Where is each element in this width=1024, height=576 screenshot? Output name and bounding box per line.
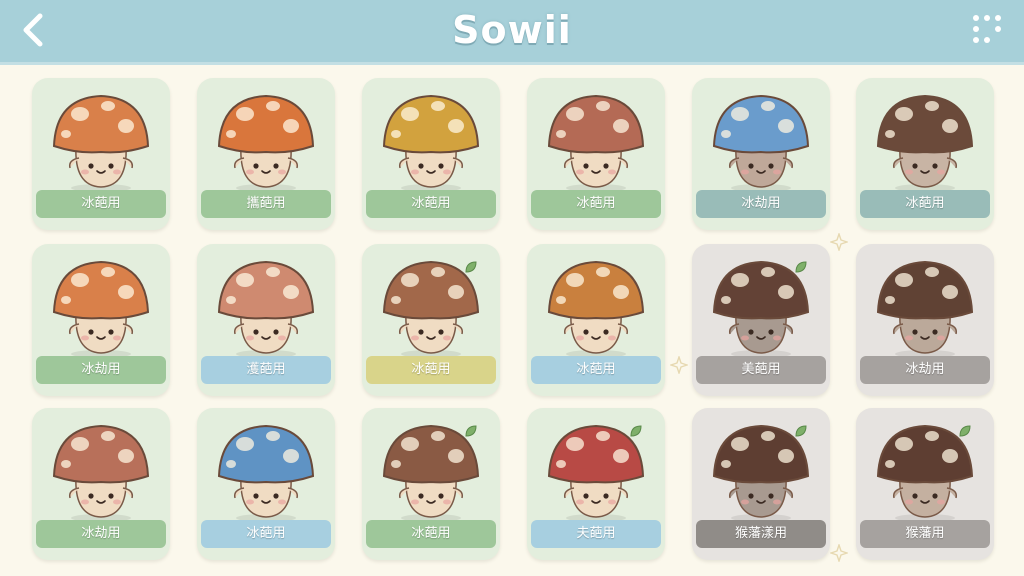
mushroom-collection-grid: 冰葩用 攜葩用 冰葩用 冰葩用 冰劫用 冰葩用 冰劫用 濩葩用 冰葩用 冰葩用 美葩用 冰劫用 冰劫用冰… (0, 0, 1024, 576)
mushroom-card[interactable]: 冰葩用 (197, 408, 335, 560)
leaf-icon (465, 425, 477, 437)
mushroom-card[interactable]: 冰劫用 (692, 78, 830, 230)
sparkle-icon (830, 233, 848, 251)
mushroom-icon (52, 424, 150, 522)
mushroom-icon (382, 94, 480, 192)
mushroom-card[interactable]: 冰劫用 (32, 408, 170, 560)
mushroom-icon (52, 94, 150, 192)
mushroom-icon (52, 260, 150, 358)
mushroom-card[interactable]: 冰劫用 (856, 244, 994, 396)
mushroom-card[interactable]: 猴藩漾用 (692, 408, 830, 560)
mushroom-card[interactable]: 冰葩用 (527, 244, 665, 396)
mushroom-icon (217, 94, 315, 192)
mushroom-name-label: 猴藩漾用 (696, 520, 826, 548)
mushroom-name-label: 冰葩用 (531, 356, 661, 384)
mushroom-name-label: 冰劫用 (860, 356, 990, 384)
leaf-icon (465, 261, 477, 273)
mushroom-name-label: 冰劫用 (36, 356, 166, 384)
mushroom-icon (547, 260, 645, 358)
mushroom-name-label: 冰葩用 (36, 190, 166, 218)
sparkle-icon (830, 544, 848, 562)
mushroom-name-label: 冰葩用 (531, 190, 661, 218)
mushroom-name-label: 冰劫用 (36, 520, 166, 548)
mushroom-name-label: 冰葩用 (366, 520, 496, 548)
mushroom-card[interactable]: 猴藩用 (856, 408, 994, 560)
mushroom-name-label: 濩葩用 (201, 356, 331, 384)
mushroom-name-label: 冰葩用 (366, 356, 496, 384)
mushroom-name-label: 冰葩用 (366, 190, 496, 218)
mushroom-name-label: 夫葩用 (531, 520, 661, 548)
mushroom-name-label: 冰劫用 (696, 190, 826, 218)
mushroom-name-label: 猴藩用 (860, 520, 990, 548)
mushroom-card[interactable]: 夫葩用 (527, 408, 665, 560)
mushroom-name-label: 美葩用 (696, 356, 826, 384)
mushroom-card[interactable]: 冰葩用 (527, 78, 665, 230)
mushroom-card[interactable]: 冰葩用 (362, 244, 500, 396)
mushroom-card[interactable]: 冰葩用 (32, 78, 170, 230)
mushroom-card[interactable]: 冰葩用 (856, 78, 994, 230)
sparkle-icon (670, 356, 688, 374)
mushroom-icon (876, 260, 974, 358)
mushroom-name-label: 攜葩用 (201, 190, 331, 218)
leaf-icon (795, 425, 807, 437)
mushroom-card[interactable]: 美葩用 (692, 244, 830, 396)
mushroom-icon (876, 94, 974, 192)
mushroom-card[interactable]: 冰葩用 (362, 408, 500, 560)
mushroom-card[interactable]: 濩葩用 (197, 244, 335, 396)
mushroom-icon (217, 424, 315, 522)
mushroom-card[interactable]: 攜葩用 (197, 78, 335, 230)
mushroom-icon (547, 94, 645, 192)
mushroom-name-label: 冰葩用 (201, 520, 331, 548)
leaf-icon (959, 425, 971, 437)
mushroom-card[interactable]: 冰劫用 (32, 244, 170, 396)
mushroom-name-label: 冰葩用 (860, 190, 990, 218)
mushroom-icon (217, 260, 315, 358)
mushroom-icon (712, 94, 810, 192)
leaf-icon (630, 425, 642, 437)
leaf-icon (795, 261, 807, 273)
mushroom-card[interactable]: 冰葩用 (362, 78, 500, 230)
